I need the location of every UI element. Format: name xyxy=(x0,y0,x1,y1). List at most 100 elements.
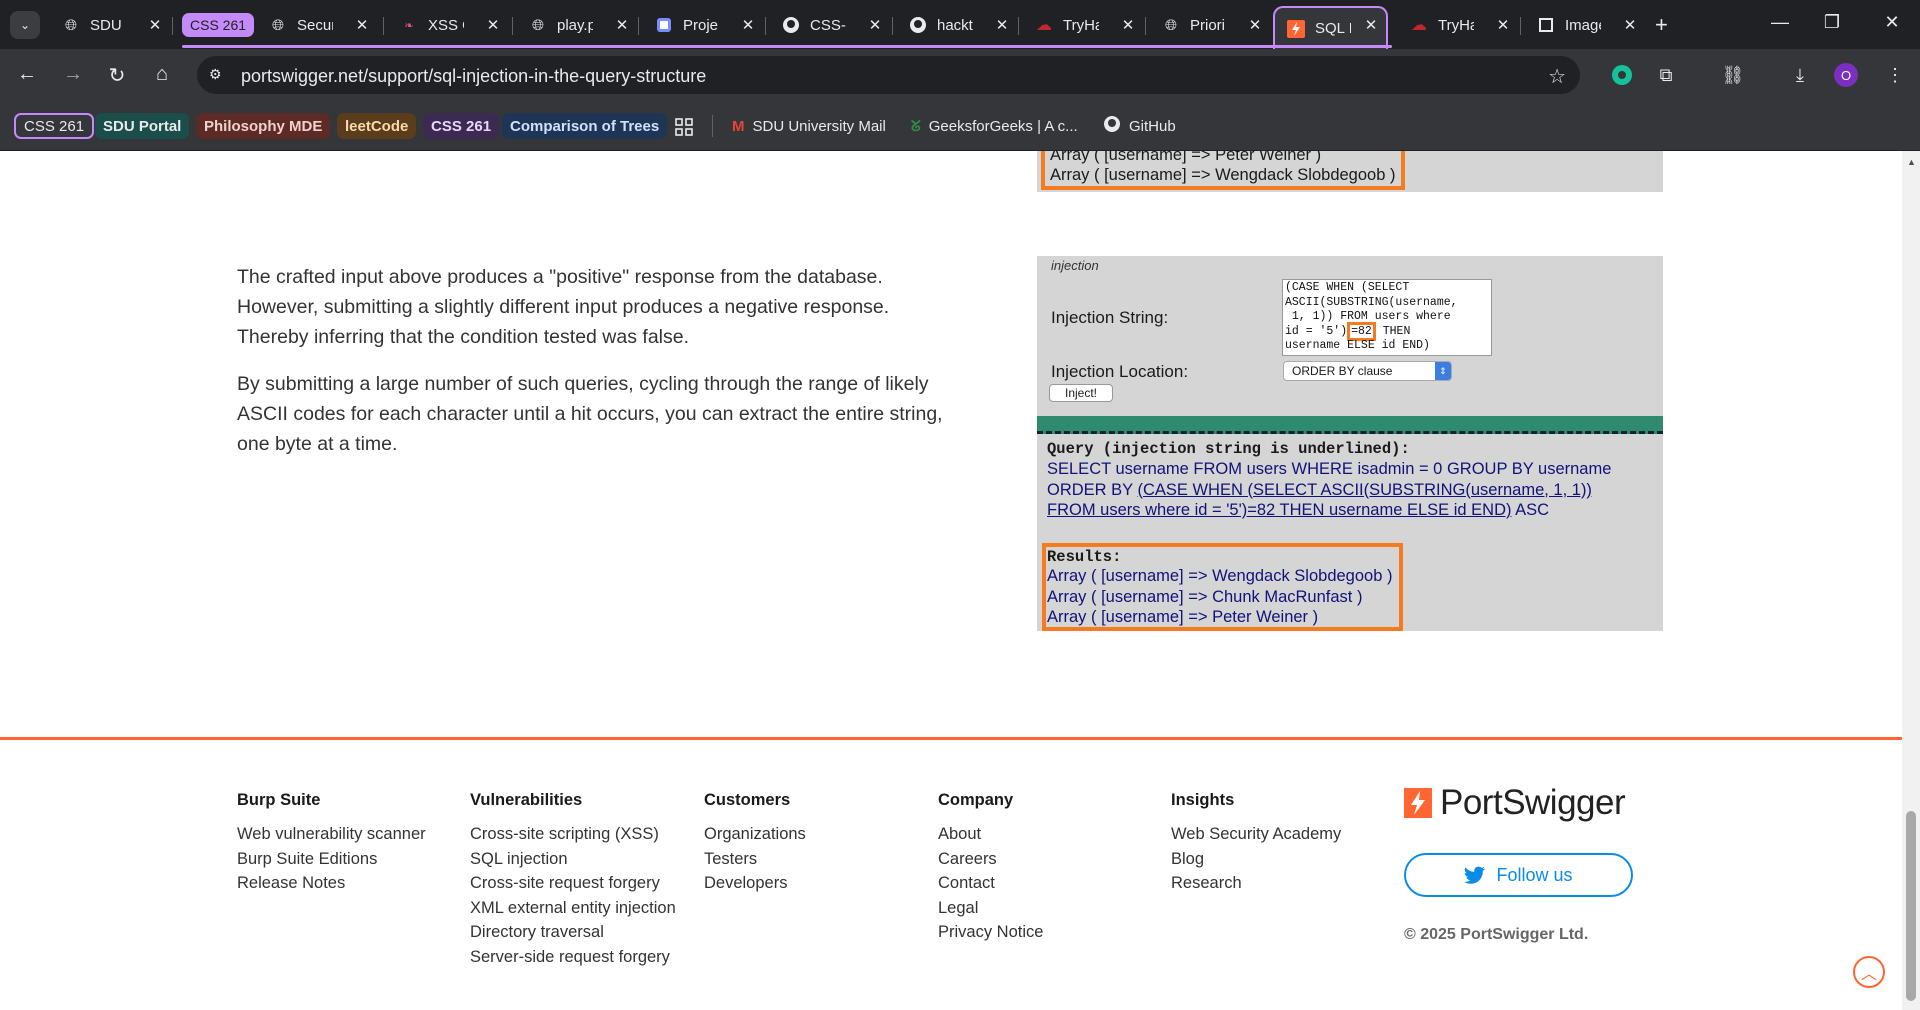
scroll-up-arrow-icon[interactable]: ▲ xyxy=(1907,157,1916,167)
footer-link[interactable]: About xyxy=(938,825,1043,850)
bookmark-folder-philosophy[interactable]: Philosophy MDE xyxy=(196,113,331,139)
bookmark-folder-sdu-portal[interactable]: SDU Portal xyxy=(95,113,190,139)
bookmark-sdu-mail[interactable]: M SDU University Mail xyxy=(732,113,886,139)
tab-3[interactable]: 🌐︎ play.p ✕ xyxy=(517,8,637,42)
download-icon[interactable]: ⤓ xyxy=(1787,62,1813,88)
tab-9-active[interactable]: SQL I ✕ xyxy=(1273,6,1388,49)
footer-link[interactable]: Burp Suite Editions xyxy=(237,850,426,875)
scroll-to-top-icon[interactable]: ︿ xyxy=(1853,956,1885,988)
extension-green-icon[interactable] xyxy=(1609,62,1635,88)
page-scrollbar[interactable]: ▲ xyxy=(1902,151,1920,1010)
menu-kebab-icon[interactable]: ⋮ xyxy=(1882,62,1908,88)
footer-link[interactable]: Organizations xyxy=(704,825,806,850)
footer-link[interactable]: Cross-site request forgery xyxy=(470,874,676,899)
link-icon[interactable]: ⛓︎ xyxy=(1720,62,1746,88)
tab-8[interactable]: 🌐︎ Priori ✕ xyxy=(1150,8,1270,42)
close-icon[interactable]: ✕ xyxy=(739,16,757,34)
project-icon xyxy=(655,16,673,34)
tab-4[interactable]: Proje ✕ xyxy=(643,8,763,42)
site-info-icon[interactable]: ⚙︎ xyxy=(209,66,231,84)
footer-link[interactable]: SQL injection xyxy=(470,850,676,875)
footer-link[interactable]: Cross-site scripting (XSS) xyxy=(470,825,676,850)
minimize-icon[interactable]: — xyxy=(1760,12,1800,33)
follow-us-button[interactable]: Follow us xyxy=(1404,853,1633,897)
query-heading: Query (injection string is underlined): xyxy=(1047,440,1410,458)
footer-link[interactable]: XML external entity injection xyxy=(470,899,676,924)
gmail-icon: M xyxy=(732,117,745,135)
globe-icon: 🌐︎ xyxy=(1164,16,1177,34)
window-close-icon[interactable]: ✕ xyxy=(1872,12,1912,33)
profile-avatar[interactable]: O xyxy=(1834,63,1858,87)
footer-link[interactable]: Blog xyxy=(1171,850,1341,875)
extensions-puzzle-icon[interactable]: ⧉ xyxy=(1653,62,1679,88)
close-icon[interactable]: ✕ xyxy=(146,16,164,34)
inject-button[interactable]: Inject! xyxy=(1049,384,1113,402)
tab-2[interactable]: ❧ XSS G ✕ xyxy=(388,8,508,42)
footer-column-company: Company About Careers Contact Legal Priv… xyxy=(938,791,1043,948)
restore-icon[interactable]: ❐ xyxy=(1812,12,1852,33)
injection-string-label: Injection String: xyxy=(1051,308,1169,327)
forward-icon[interactable]: → xyxy=(60,63,86,86)
bookmark-github[interactable]: GitHub xyxy=(1103,113,1176,139)
close-icon[interactable]: ✕ xyxy=(1362,16,1380,34)
tab-group-chip[interactable]: CSS 261 xyxy=(182,13,255,37)
address-bar[interactable]: ⚙︎ portswigger.net/support/sql-injection… xyxy=(197,56,1580,94)
divider-dashes xyxy=(1037,431,1663,434)
tab-7[interactable]: ☁ TryHa ✕ xyxy=(1023,8,1143,42)
scrollbar-thumb[interactable] xyxy=(1906,811,1916,1001)
footer-link[interactable]: Web vulnerability scanner xyxy=(237,825,426,850)
injection-string-textarea[interactable]: (CASE WHEN (SELECT ASCII(SUBSTRING(userna… xyxy=(1282,279,1492,356)
tab-6[interactable]: hackt ✕ xyxy=(897,8,1017,42)
home-icon[interactable]: ⌂ xyxy=(149,63,175,86)
tab-11[interactable]: Image ✕ xyxy=(1525,8,1645,42)
new-tab-button[interactable]: + xyxy=(1655,12,1668,38)
apps-grid-icon[interactable] xyxy=(675,114,693,140)
footer-link[interactable]: Careers xyxy=(938,850,1043,875)
close-icon[interactable]: ✕ xyxy=(993,16,1011,34)
injection-location-label: Injection Location: xyxy=(1051,362,1189,381)
tryhackme-icon: ☁ xyxy=(1036,17,1052,34)
tab-5[interactable]: CSS-2 ✕ xyxy=(770,8,890,42)
footer-link[interactable]: Web Security Academy xyxy=(1171,825,1341,850)
footer-link[interactable]: Developers xyxy=(704,874,806,899)
close-icon[interactable]: ✕ xyxy=(866,16,884,34)
close-icon[interactable]: ✕ xyxy=(1621,16,1639,34)
footer-link[interactable]: Release Notes xyxy=(237,874,426,899)
bookmark-folder-css261[interactable]: CSS 261 xyxy=(14,113,95,139)
footer-column-customers: Customers Organizations Testers Develope… xyxy=(704,791,806,899)
close-icon[interactable]: ✕ xyxy=(1246,16,1264,34)
tab-search-button[interactable]: ⌄ xyxy=(10,11,40,39)
injection-location-select[interactable]: ORDER BY clause ⇕ xyxy=(1283,361,1452,381)
footer-link[interactable]: Privacy Notice xyxy=(938,923,1043,948)
bookmark-folder-css261-2[interactable]: CSS 261 xyxy=(423,113,500,139)
close-icon[interactable]: ✕ xyxy=(1494,16,1512,34)
portswigger-logo[interactable]: PortSwigger xyxy=(1404,783,1626,823)
tryhackme-icon: ☁ xyxy=(1411,17,1427,34)
image-icon xyxy=(1537,16,1555,34)
close-icon[interactable]: ✕ xyxy=(613,16,631,34)
bookmark-geeksforgeeks[interactable]: ᘜ GeeksforGeeks | A c... xyxy=(911,113,1078,139)
bookmark-folder-trees[interactable]: Comparison of Trees xyxy=(502,113,668,139)
footer-link[interactable]: Directory traversal xyxy=(470,923,676,948)
close-icon[interactable]: ✕ xyxy=(1119,16,1137,34)
bookmark-star-icon[interactable]: ☆ xyxy=(1548,64,1566,89)
bookmark-folder-leetcode[interactable]: leetCode xyxy=(337,113,417,139)
close-icon[interactable]: ✕ xyxy=(353,16,371,34)
body-paragraph: The crafted input above produces a "posi… xyxy=(237,266,890,348)
reload-icon[interactable]: ↻ xyxy=(104,63,130,88)
xss-icon: ❧ xyxy=(404,19,414,32)
footer-link[interactable]: Legal xyxy=(938,899,1043,924)
tab-10[interactable]: ☁ TryHa ✕ xyxy=(1398,8,1518,42)
select-arrows-icon: ⇕ xyxy=(1435,362,1451,380)
body-paragraph: By submitting a large number of such que… xyxy=(237,373,943,455)
tab-1[interactable]: 🌐︎ Secur ✕ xyxy=(257,8,377,42)
url-text[interactable]: portswigger.net/support/sql-injection-in… xyxy=(241,66,706,87)
section-label: injection xyxy=(1051,258,1099,273)
footer-link[interactable]: Testers xyxy=(704,850,806,875)
footer-link[interactable]: Server-side request forgery xyxy=(470,948,676,973)
close-icon[interactable]: ✕ xyxy=(484,16,502,34)
footer-link[interactable]: Contact xyxy=(938,874,1043,899)
back-icon[interactable]: ← xyxy=(14,63,40,86)
footer-link[interactable]: Research xyxy=(1171,874,1341,899)
tab-0[interactable]: 🌐︎ SDU S ✕ xyxy=(50,8,170,42)
